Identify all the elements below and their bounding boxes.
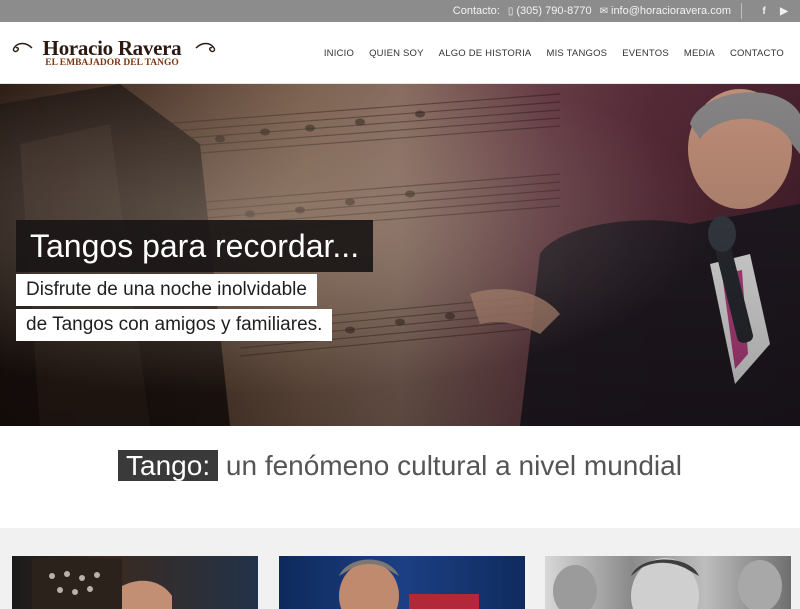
email-contact[interactable]: ✉ info@horacioravera.com xyxy=(600,5,731,17)
hero-subline-1: Disfrute de una noche inolvidable xyxy=(16,274,317,306)
logo-flourish-right xyxy=(195,42,216,53)
nav-quien-soy[interactable]: QUIEN SOY xyxy=(369,48,424,59)
youtube-icon[interactable]: ▶ xyxy=(778,6,790,17)
nav-mis-tangos[interactable]: MIS TANGOS xyxy=(546,48,607,59)
hero-headline: Tangos para recordar... xyxy=(16,220,374,272)
contact-label: Contacto: xyxy=(452,5,500,17)
email-address: info@horacioravera.com xyxy=(611,5,731,17)
envelope-icon: ✉ xyxy=(599,5,608,17)
top-contact-bar: Contacto: ▯ (305) 790-8770 ✉ info@horaci… xyxy=(0,0,800,22)
site-header: Horacio Ravera EL EMBAJADOR DEL TANGO IN… xyxy=(0,22,800,84)
section-title-highlight: Tango: xyxy=(118,450,219,481)
main-nav: INICIO QUIEN SOY ALGO DE HISTORIA MIS TA… xyxy=(309,22,784,84)
card-image-portrait[interactable] xyxy=(279,556,525,609)
card-3-artwork xyxy=(553,558,782,609)
phone-contact[interactable]: ▯ (305) 790-8770 xyxy=(508,5,592,17)
nav-eventos[interactable]: EVENTOS xyxy=(622,48,669,59)
hero-subline-2: de Tangos con amigos y familiares. xyxy=(16,309,333,341)
phone-icon: ▯ xyxy=(507,5,514,17)
site-logo[interactable]: Horacio Ravera EL EMBAJADOR DEL TANGO xyxy=(12,36,216,76)
section-title: Tango: un fenómeno cultural a nivel mund… xyxy=(0,450,800,482)
nav-contacto[interactable]: CONTACTO xyxy=(730,48,784,59)
hero-banner: Tangos para recordar... Disfrute de una … xyxy=(0,84,800,426)
card-image-bandoneon[interactable] xyxy=(12,556,258,609)
card-image-historic[interactable] xyxy=(545,556,791,609)
facebook-icon[interactable]: f xyxy=(758,6,770,17)
nav-algo-de-historia[interactable]: ALGO DE HISTORIA xyxy=(439,48,532,59)
divider xyxy=(741,3,742,19)
phone-number: (305) 790-8770 xyxy=(516,5,592,17)
card-1-artwork xyxy=(32,558,172,609)
nav-media[interactable]: MEDIA xyxy=(684,48,715,59)
logo-tagline: EL EMBAJADOR DEL TANGO xyxy=(45,58,179,68)
card-2-artwork xyxy=(339,559,479,609)
section-title-rest: un fenómeno cultural a nivel mundial xyxy=(218,450,682,481)
nav-inicio[interactable]: INICIO xyxy=(324,48,354,59)
